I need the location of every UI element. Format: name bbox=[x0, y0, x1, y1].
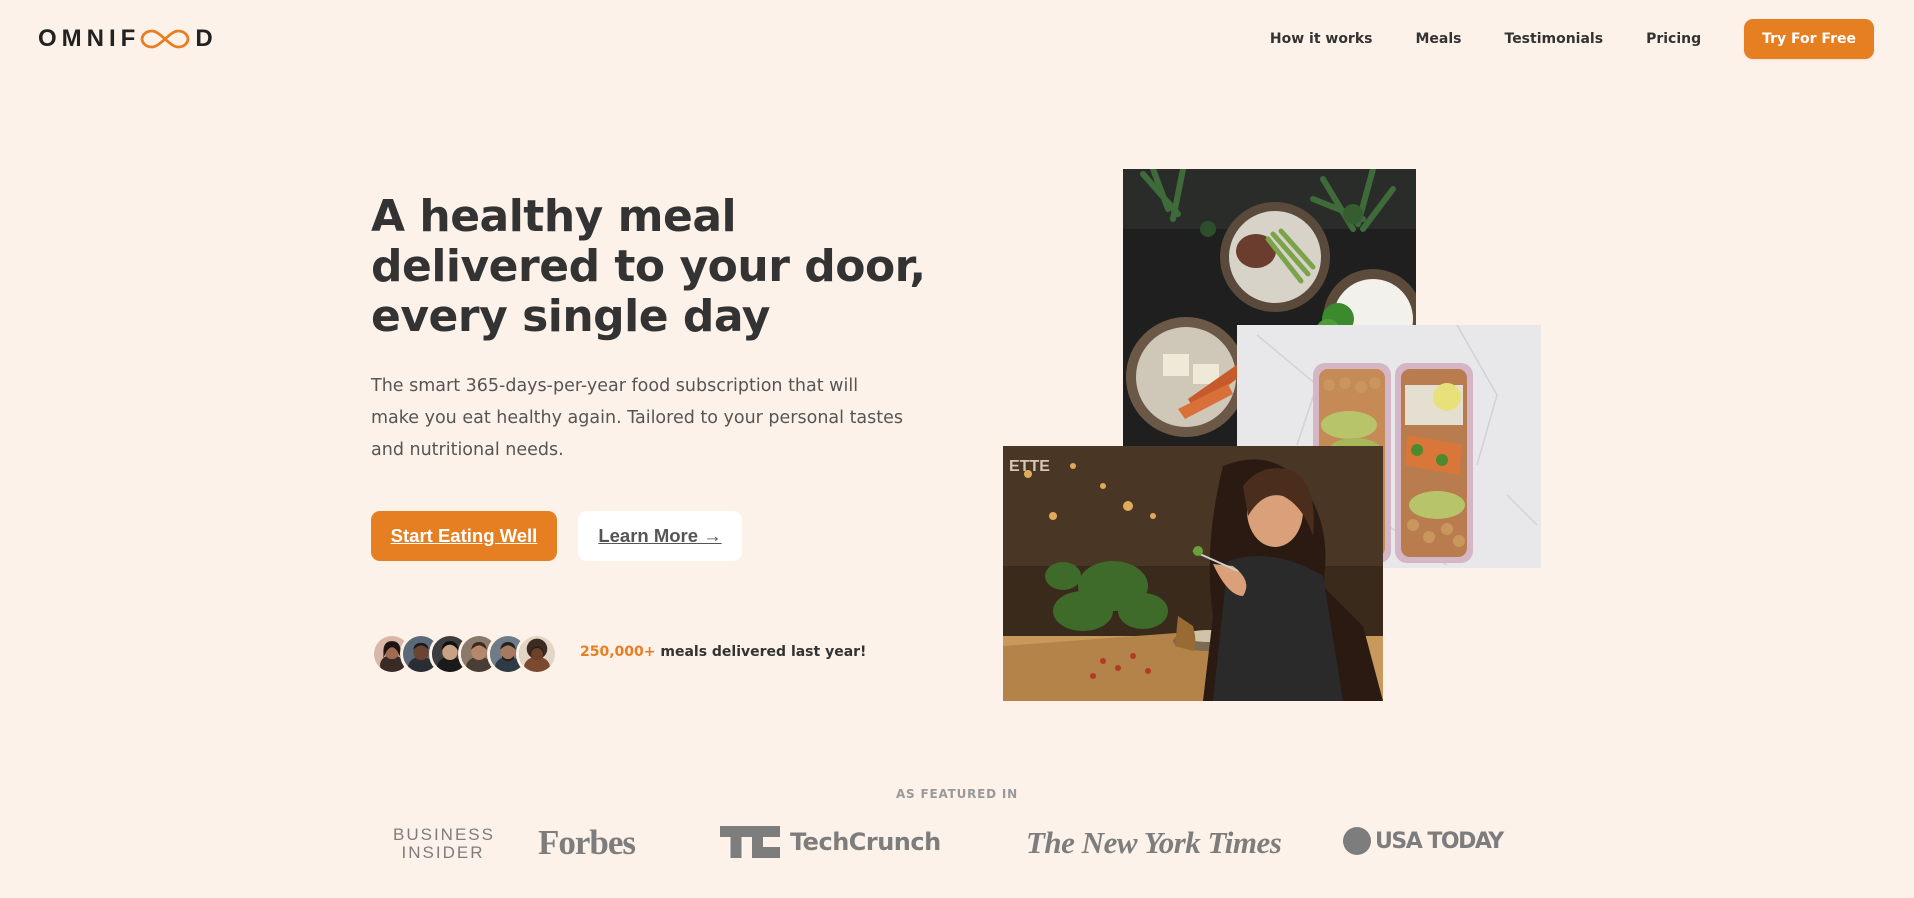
hero-title-line-2: delivered to your door, bbox=[371, 241, 926, 292]
logo-text-left: OMNIF bbox=[38, 25, 141, 52]
usatoday-logo: USA TODAY bbox=[1343, 827, 1504, 855]
hero-title-line-3: every single day bbox=[371, 291, 770, 342]
techcrunch-text: TechCrunch bbox=[790, 828, 941, 856]
nyt-logo: The New York Times bbox=[1026, 825, 1282, 860]
hero-image-woman-eating: ETTE bbox=[1003, 446, 1383, 701]
main-nav: How it works Meals Testimonials Pricing … bbox=[1270, 19, 1874, 59]
nav-meals[interactable]: Meals bbox=[1415, 31, 1461, 47]
hero-title-line-1: A healthy meal bbox=[371, 191, 737, 242]
business-insider-line-1: BUSINESS bbox=[393, 825, 495, 844]
business-insider-logo: BUSINESS INSIDER bbox=[393, 826, 493, 862]
page: OMNIF D How it works Meals Testimonials … bbox=[0, 0, 1914, 898]
delivered-text: meals delivered last year! bbox=[655, 644, 867, 660]
logo-text-right: D bbox=[195, 25, 218, 52]
usatoday-dot-icon bbox=[1343, 827, 1371, 855]
techcrunch-logo: TechCrunch bbox=[720, 826, 941, 858]
business-insider-line-2: INSIDER bbox=[401, 843, 485, 862]
nav-testimonials[interactable]: Testimonials bbox=[1505, 31, 1604, 47]
techcrunch-icon bbox=[720, 826, 780, 858]
nav-pricing[interactable]: Pricing bbox=[1646, 31, 1701, 47]
infinity-icon bbox=[140, 29, 190, 49]
nav-how-it-works[interactable]: How it works bbox=[1270, 31, 1373, 47]
avatar bbox=[516, 633, 558, 675]
featured-label: As featured in bbox=[895, 787, 1019, 801]
hero-title: A healthy meal delivered to your door, e… bbox=[371, 192, 931, 342]
start-eating-well-button[interactable]: Start Eating Well bbox=[371, 511, 557, 561]
hero-description: The smart 365-days-per-year food subscri… bbox=[371, 376, 904, 460]
try-for-free-button[interactable]: Try For Free bbox=[1744, 19, 1874, 59]
svg-text:ETTE: ETTE bbox=[1009, 458, 1050, 475]
omnifood-logo[interactable]: OMNIF D bbox=[38, 24, 218, 54]
delivered-count: 250,000+ bbox=[580, 644, 656, 660]
forbes-logo: Forbes bbox=[538, 823, 636, 862]
delivered-stat: 250,000+ meals delivered last year! bbox=[580, 644, 866, 660]
usatoday-text: USA TODAY bbox=[1375, 828, 1504, 854]
featured-logos: BUSINESS INSIDER Forbes TechCrunch The N… bbox=[0, 820, 1914, 870]
learn-more-button[interactable]: Learn More → bbox=[578, 511, 742, 561]
